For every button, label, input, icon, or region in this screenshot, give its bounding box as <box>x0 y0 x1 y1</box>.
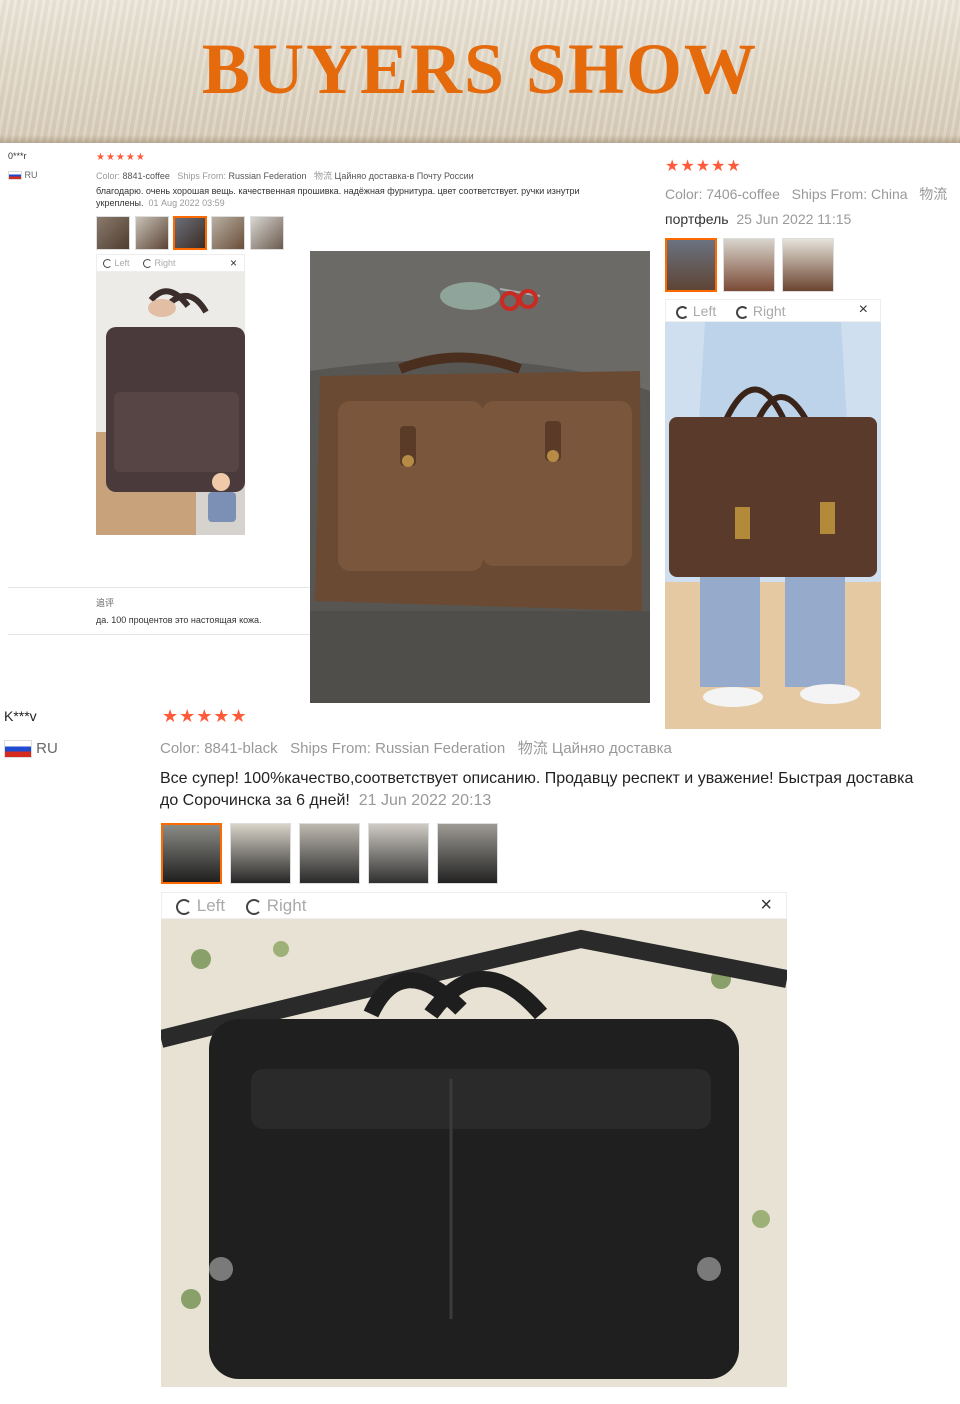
man-holding-briefcase-photo <box>665 322 881 729</box>
review-photo-thumb[interactable] <box>299 823 360 884</box>
country-code: RU <box>24 170 38 180</box>
review-text: благодарю. очень хорошая вещь. качествен… <box>96 186 580 208</box>
review-photo-thumb-selected[interactable] <box>665 238 717 292</box>
review-photo-thumb-selected[interactable] <box>161 823 222 884</box>
photo-viewer-toolbar: Left Right × <box>161 892 787 919</box>
close-viewer-button[interactable]: × <box>760 894 772 917</box>
review-photo-thumb[interactable] <box>211 216 245 250</box>
reviewer-country: RU <box>4 740 58 759</box>
review-meta: Color: 8841-coffee Ships From: Russian F… <box>96 171 474 181</box>
brown-briefcase-photo <box>96 272 245 535</box>
rotate-left-icon <box>103 259 112 269</box>
review-photo-thumb[interactable] <box>782 238 834 292</box>
rotate-right-icon <box>246 898 262 915</box>
close-viewer-button[interactable]: × <box>230 256 237 270</box>
reviewer-name: 0***r <box>8 151 27 161</box>
review-text: портфель 25 Jun 2022 11:15 <box>665 211 852 227</box>
black-briefcase-photo <box>161 919 787 1387</box>
rotate-right-button[interactable]: Right <box>246 896 306 916</box>
review-photo-thumb[interactable] <box>723 238 775 292</box>
rotate-right-button[interactable]: Right <box>143 258 176 269</box>
photo-viewer-toolbar: Left Right × <box>665 299 881 322</box>
rotate-right-button[interactable]: Right <box>736 303 786 319</box>
review-photo-thumb[interactable] <box>437 823 498 884</box>
followup-label: 追评 <box>96 598 115 608</box>
rotate-left-button[interactable]: Left <box>176 896 225 916</box>
review-meta: Color: 8841-black Ships From: Russian Fe… <box>160 740 672 757</box>
review-photo-thumb[interactable] <box>230 823 291 884</box>
rating-stars: ★★★★★ <box>162 706 248 726</box>
rotate-left-icon <box>676 305 689 319</box>
review-text: Все супер! 100%качество,соответствует оп… <box>160 770 914 809</box>
rating-stars: ★★★★★ <box>665 158 742 175</box>
buyers-show-banner: BUYERS SHOW <box>0 0 960 143</box>
reviewer-name: K***v <box>4 708 37 724</box>
followup-text: да. 100 процентов это настоящая кожа. <box>96 615 262 625</box>
review-photo-thumb[interactable] <box>135 216 169 250</box>
country-code: RU <box>36 740 58 757</box>
russia-flag-icon <box>8 171 22 181</box>
close-viewer-button[interactable]: × <box>859 301 868 319</box>
review-photo-thumb[interactable] <box>250 216 284 250</box>
reviewer-country: RU <box>8 170 38 181</box>
review-meta: Color: 7406-coffee Ships From: China 物流 <box>665 186 948 202</box>
review-photo-thumb[interactable] <box>368 823 429 884</box>
rotate-left-button[interactable]: Left <box>103 258 130 269</box>
coffee-briefcase-on-bed-photo <box>310 251 650 703</box>
review-photo-thumb[interactable] <box>96 216 130 250</box>
review-photo-large <box>665 322 881 729</box>
banner-title: BUYERS SHOW <box>201 29 759 109</box>
center-photo <box>310 251 650 703</box>
rotate-left-icon <box>176 898 192 915</box>
review-photo-large <box>161 919 787 1387</box>
photo-viewer-toolbar: Left Right × <box>96 254 245 272</box>
rating-stars: ★★★★★ <box>96 152 146 163</box>
rotate-right-icon <box>736 305 749 319</box>
rotate-left-button[interactable]: Left <box>676 303 716 319</box>
russia-flag-icon <box>4 740 32 759</box>
review-photo-thumb-selected[interactable] <box>173 216 207 250</box>
rotate-right-icon <box>143 259 152 269</box>
review-photo-large <box>96 272 245 535</box>
